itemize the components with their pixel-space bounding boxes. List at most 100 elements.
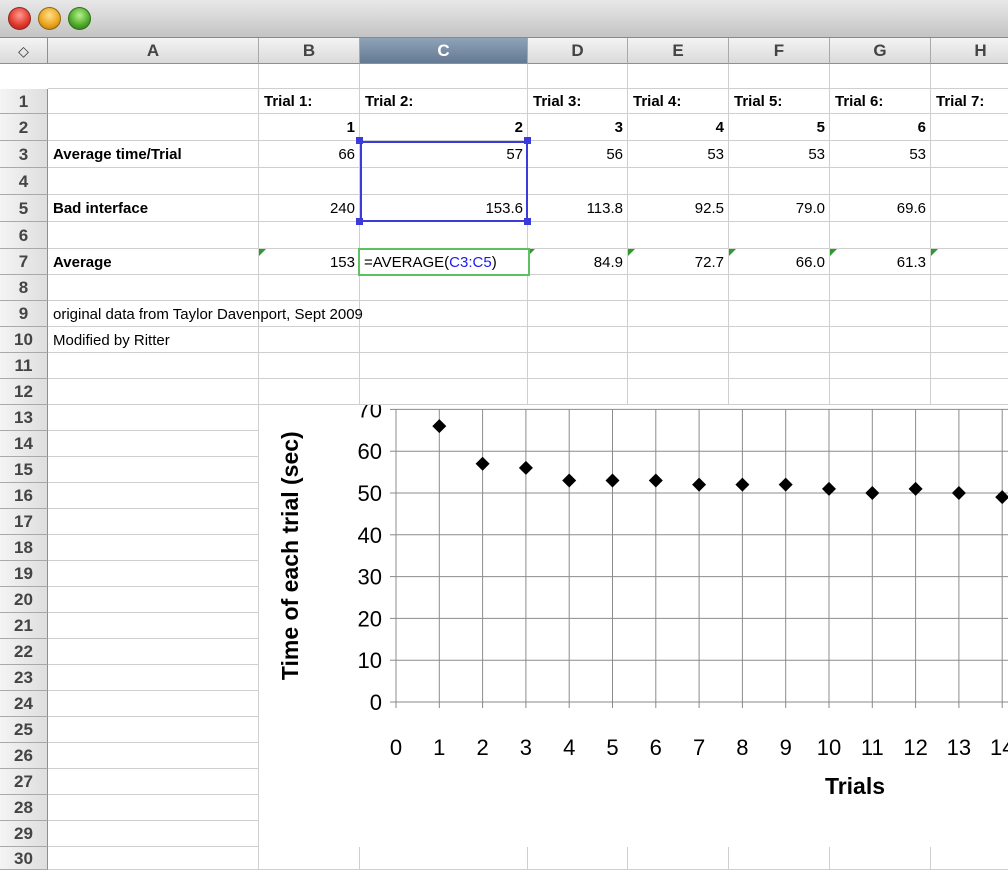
cell-g3[interactable]: 53 [830, 141, 931, 168]
cell-h1[interactable]: Trial 7: [931, 89, 1008, 114]
cell-b1[interactable]: Trial 1: [259, 89, 360, 114]
cell-c7-formula-editor[interactable]: =AVERAGE(C3:C5) [358, 248, 530, 276]
x-tick-label: 9 [780, 735, 792, 760]
cell-h5[interactable]: 62 [931, 195, 1008, 222]
row-header-19[interactable]: 19 [0, 561, 48, 587]
row-header-20[interactable]: 20 [0, 587, 48, 613]
close-window-button[interactable] [8, 7, 31, 30]
cell-a10[interactable]: Modified by Ritter [48, 327, 259, 353]
cell-d3[interactable]: 56 [528, 141, 628, 168]
y-tick-label: 10 [358, 648, 382, 673]
row-header-4[interactable]: 4 [0, 168, 48, 195]
x-tick-label: 5 [606, 735, 618, 760]
row-header-12[interactable]: 12 [0, 379, 48, 405]
cell-e3[interactable]: 53 [628, 141, 729, 168]
row-header-9[interactable]: 9 [0, 301, 48, 327]
row-header-5[interactable]: 5 [0, 195, 48, 222]
row-header-24[interactable]: 24 [0, 691, 48, 717]
row-header-17[interactable]: 17 [0, 509, 48, 535]
cell-h7[interactable]: 57 [931, 249, 1008, 275]
cell-f3[interactable]: 53 [729, 141, 830, 168]
column-header-h[interactable]: H [931, 38, 1008, 64]
y-tick-label: 30 [358, 565, 382, 590]
row-header-2[interactable]: 2 [0, 114, 48, 141]
row-header-18[interactable]: 18 [0, 535, 48, 561]
formula-warning-indicator [931, 249, 938, 256]
data-point-diamond [692, 477, 707, 492]
row-header-26[interactable]: 26 [0, 743, 48, 769]
row-header-13[interactable]: 13 [0, 405, 48, 431]
cell-a7[interactable]: Average [48, 249, 259, 275]
row-header-3[interactable]: 3 [0, 141, 48, 168]
cell-g1[interactable]: Trial 6: [830, 89, 931, 114]
select-all-corner[interactable]: ◇ [0, 38, 48, 64]
embedded-chart[interactable]: 01020304050607001234567891011121314Trial… [259, 405, 1008, 847]
row-header-29[interactable]: 29 [0, 821, 48, 847]
x-tick-label: 12 [903, 735, 927, 760]
selection-resize-handle[interactable] [524, 137, 531, 144]
cell-f1[interactable]: Trial 5: [729, 89, 830, 114]
selection-resize-handle[interactable] [356, 137, 363, 144]
cell-b2[interactable]: 1 [259, 114, 360, 141]
cell-c1[interactable]: Trial 2: [360, 89, 528, 114]
column-header-b[interactable]: B [259, 38, 360, 64]
cell-d1[interactable]: Trial 3: [528, 89, 628, 114]
cell-e5[interactable]: 92.5 [628, 195, 729, 222]
row-header-10[interactable]: 10 [0, 327, 48, 353]
row-header-23[interactable]: 23 [0, 665, 48, 691]
cell-d5[interactable]: 113.8 [528, 195, 628, 222]
cell-d2[interactable]: 3 [528, 114, 628, 141]
cell-h3[interactable]: 5 [931, 141, 1008, 168]
row-header-28[interactable]: 28 [0, 795, 48, 821]
cell-a9[interactable]: original data from Taylor Davenport, Sep… [48, 301, 363, 327]
row-header-16[interactable]: 16 [0, 483, 48, 509]
cell-b5[interactable]: 240 [259, 195, 360, 222]
column-header-c[interactable]: C [360, 38, 528, 64]
window-titlebar [0, 0, 1008, 38]
cell-f7[interactable]: 66.0 [729, 249, 830, 275]
cell-g2[interactable]: 6 [830, 114, 931, 141]
row-header-22[interactable]: 22 [0, 639, 48, 665]
selection-resize-handle[interactable] [356, 218, 363, 225]
data-point-diamond [518, 460, 533, 475]
row-header-8[interactable]: 8 [0, 275, 48, 301]
column-header-g[interactable]: G [830, 38, 931, 64]
cell-b7[interactable]: 153 [259, 249, 360, 275]
row-header-1[interactable]: 1 [0, 89, 48, 114]
cell-e7[interactable]: 72.7 [628, 249, 729, 275]
cell-a5[interactable]: Bad interface [48, 195, 259, 222]
cell-b3[interactable]: 66 [259, 141, 360, 168]
row-header-25[interactable]: 25 [0, 717, 48, 743]
minimize-window-button[interactable] [38, 7, 61, 30]
row-header-7[interactable]: 7 [0, 249, 48, 275]
row-header-27[interactable]: 27 [0, 769, 48, 795]
row-header-11[interactable]: 11 [0, 353, 48, 379]
cell-e2[interactable]: 4 [628, 114, 729, 141]
cell-f5[interactable]: 79.0 [729, 195, 830, 222]
cell-c2[interactable]: 2 [360, 114, 528, 141]
cell-e1[interactable]: Trial 4: [628, 89, 729, 114]
x-tick-label: 7 [693, 735, 705, 760]
cell-a3[interactable]: Average time/Trial [48, 141, 259, 168]
y-tick-label: 20 [358, 606, 382, 631]
row-header-30[interactable]: 30 [0, 847, 48, 870]
x-tick-label: 14 [990, 735, 1008, 760]
row-header-6[interactable]: 6 [0, 222, 48, 249]
row-header-14[interactable]: 14 [0, 431, 48, 457]
column-header-e[interactable]: E [628, 38, 729, 64]
cell-d7[interactable]: 84.9 [528, 249, 628, 275]
row-header-15[interactable]: 15 [0, 457, 48, 483]
row-header-21[interactable]: 21 [0, 613, 48, 639]
column-header-f[interactable]: F [729, 38, 830, 64]
cell-f2[interactable]: 5 [729, 114, 830, 141]
zoom-window-button[interactable] [68, 7, 91, 30]
cell-g5[interactable]: 69.6 [830, 195, 931, 222]
spreadsheet-grid[interactable]: ◇ A B C D E F G H 1 2 3 4 5 6 7 8 9 10 11 12 13 14 15 16 17 18 19 2… [0, 38, 1008, 870]
y-tick-label: 40 [358, 523, 382, 548]
column-header-a[interactable]: A [48, 38, 259, 64]
column-header-d[interactable]: D [528, 38, 628, 64]
cell-g7[interactable]: 61.3 [830, 249, 931, 275]
scatter-chart: 01020304050607001234567891011121314Trial… [277, 405, 1008, 799]
selection-resize-handle[interactable] [524, 218, 531, 225]
formula-warning-indicator [830, 249, 837, 256]
